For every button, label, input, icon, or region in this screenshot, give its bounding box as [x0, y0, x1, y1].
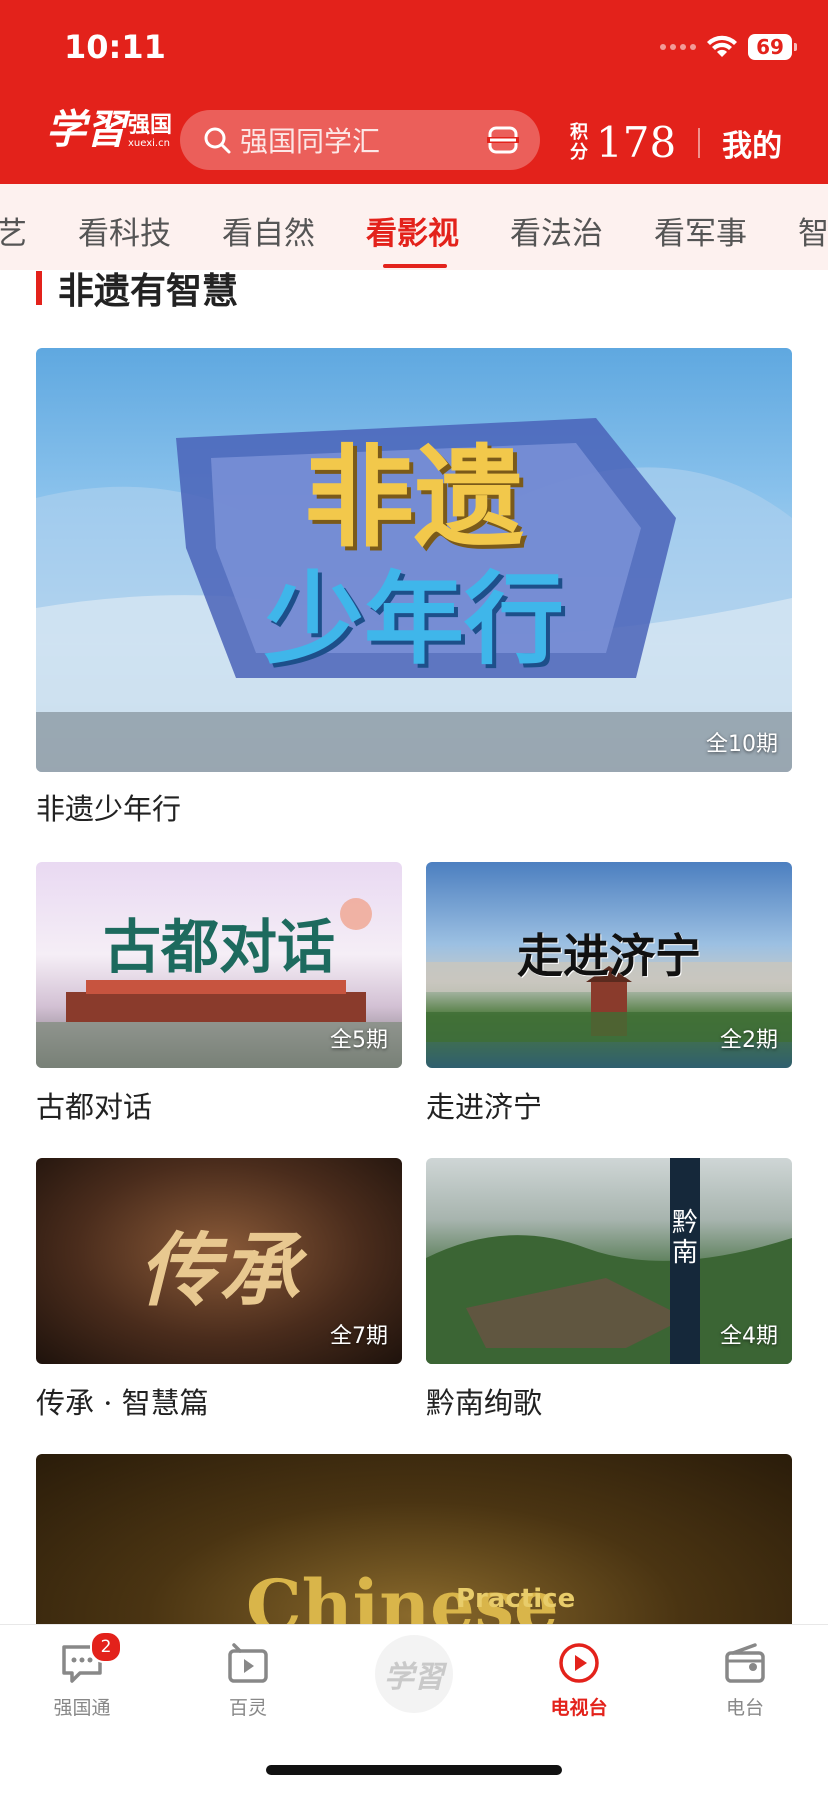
search-icon	[204, 127, 231, 154]
card-thumbnail[interactable]: 传承 全7期	[36, 1158, 402, 1364]
points-label: 积分	[570, 121, 588, 163]
section-title: 非遗有智慧	[58, 270, 239, 312]
tab-military[interactable]: 看军事	[654, 208, 747, 253]
search-bar[interactable]: 强国同学汇	[180, 110, 540, 170]
battery-icon: 69	[748, 34, 797, 60]
logo-url: xuexi.cn	[128, 138, 170, 149]
episode-count: 全4期	[720, 1324, 778, 1349]
card-thumb-text-secondary: Practice	[456, 1584, 576, 1614]
episode-count: 全2期	[720, 1028, 778, 1053]
tab-wisdom[interactable]: 智	[798, 208, 828, 253]
card-title[interactable]: 黔南绚歌	[426, 1380, 542, 1422]
card-thumb-text: 黔南	[672, 1208, 699, 1268]
nav-item-home[interactable]: 学習	[359, 1635, 469, 1713]
radio-icon	[723, 1641, 767, 1685]
wifi-icon	[706, 35, 738, 59]
card-thumbnail[interactable]: 古都对话 全5期	[36, 862, 402, 1068]
card-thumb-text: 走进济宁	[517, 929, 701, 983]
app-header: 10:11 69 学習 强国 xuexi.cn 强国同学汇 积分 178 我的	[0, 0, 828, 184]
tab-film-tv[interactable]: 看影视	[366, 208, 459, 253]
section-accent-bar	[36, 271, 42, 305]
chat-icon: 2	[60, 1631, 122, 1685]
card-thumbnail[interactable]: 走进济宁 全2期	[426, 862, 792, 1068]
search-placeholder: 强国同学汇	[240, 125, 381, 158]
nav-item-radio[interactable]: 电台	[690, 1641, 800, 1720]
home-indicator[interactable]	[266, 1765, 562, 1775]
play-circle-icon	[557, 1641, 601, 1685]
episode-count: 全5期	[330, 1028, 388, 1053]
episode-count: 全10期	[706, 732, 778, 757]
points-area[interactable]: 积分 178 我的	[570, 118, 782, 167]
card-thumbnail[interactable]: 黔南 全4期	[426, 1158, 792, 1364]
xuexi-logo-icon: 学習	[375, 1635, 453, 1713]
tab-technology[interactable]: 看科技	[78, 208, 171, 253]
featured-title[interactable]: 非遗少年行	[36, 786, 181, 828]
card-title[interactable]: 走进济宁	[426, 1084, 542, 1126]
status-icons: 69	[660, 34, 797, 60]
featured-thumb-line2: 少年行	[264, 560, 564, 678]
logo-mark: 学習	[46, 106, 126, 153]
card-thumb-text: 传承	[139, 1223, 299, 1317]
nav-item-qiangguotong[interactable]: 2 强国通	[27, 1631, 137, 1720]
card-thumb-text: 古都对话	[102, 913, 335, 981]
nav-label: 电台	[725, 1697, 764, 1719]
signal-icon	[660, 44, 696, 50]
card-title[interactable]: 传承 · 智慧篇	[36, 1380, 209, 1422]
category-tabs: 艺 看科技 看自然 看影视 看法治 看军事 智	[0, 184, 828, 270]
section-heading: 非遗有智慧	[36, 262, 238, 314]
tab-nature[interactable]: 看自然	[222, 208, 315, 253]
nav-item-bailing[interactable]: 百灵	[193, 1641, 303, 1720]
tab-art[interactable]: 艺	[0, 208, 27, 253]
points-value: 178	[596, 118, 677, 167]
logo-name: 强国	[128, 113, 173, 138]
notification-badge: 2	[90, 1631, 122, 1663]
scan-icon[interactable]	[486, 123, 520, 157]
video-icon	[226, 1641, 270, 1685]
nav-item-tv[interactable]: 电视台	[524, 1641, 634, 1720]
nav-label: 电视台	[550, 1697, 608, 1719]
tab-law[interactable]: 看法治	[510, 208, 603, 253]
app-logo[interactable]: 学習 强国 xuexi.cn	[46, 110, 172, 150]
episode-count: 全7期	[330, 1324, 388, 1349]
featured-thumbnail[interactable]: 非遗 少年行 全10期	[36, 348, 792, 772]
active-tab-indicator	[383, 264, 447, 268]
divider	[698, 127, 701, 158]
nav-label: 百灵	[228, 1697, 267, 1719]
nav-label: 强国通	[53, 1697, 111, 1719]
mine-button[interactable]: 我的	[722, 121, 782, 165]
card-title[interactable]: 古都对话	[36, 1084, 152, 1126]
status-time: 10:11	[64, 28, 166, 66]
card-thumbnail[interactable]: Chinese Practice	[36, 1454, 792, 1634]
